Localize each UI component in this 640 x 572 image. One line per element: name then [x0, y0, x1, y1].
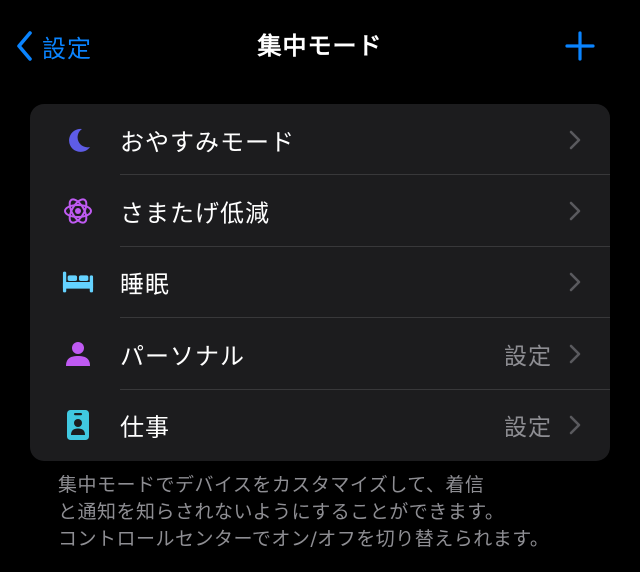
list-item-personal[interactable]: パーソナル 設定 [30, 318, 610, 390]
list-item-label: おやすみモード [120, 128, 295, 157]
list-item-sleep[interactable]: 睡眠 [30, 247, 610, 319]
reduce-interruptions-icon [62, 195, 94, 227]
description-line-1: 集中モードでデバイスをカスタマイズして、着信 [58, 474, 485, 496]
list-item-work[interactable]: 仕事 設定 [30, 390, 610, 461]
list-item-label: さまたげ低減 [120, 199, 270, 228]
chevron-right-icon [568, 343, 582, 365]
plus-icon [565, 31, 595, 61]
person-icon [62, 338, 94, 370]
list-item-value: 設定 [504, 415, 552, 442]
focus-mode-list: おやすみモード さまたげ低減 睡眠 パーソナル 設定 仕事 設定 [30, 104, 610, 461]
list-item-value: 設定 [504, 343, 552, 370]
id-badge-icon [62, 409, 94, 441]
chevron-right-icon [568, 129, 582, 151]
focus-description: 集中モードでデバイスをカスタマイズして、着信 と通知を知らされないようにすること… [58, 472, 598, 553]
description-line-2: と通知を知らされないようにすることができます。 [58, 501, 505, 523]
description-line-3: コントロールセンターでオン/オフを切り替えられます。 [58, 528, 550, 550]
bed-icon [62, 266, 94, 298]
list-item-label: パーソナル [120, 342, 245, 371]
add-focus-button[interactable] [564, 30, 596, 62]
chevron-right-icon [568, 271, 582, 293]
moon-icon [62, 124, 94, 156]
list-item-label: 仕事 [120, 413, 170, 442]
chevron-right-icon [568, 200, 582, 222]
chevron-right-icon [568, 414, 582, 436]
navigation-bar: 設定 集中モード [0, 0, 640, 92]
list-item-reduce-interruptions[interactable]: さまたげ低減 [30, 175, 610, 247]
list-item-label: 睡眠 [120, 270, 170, 299]
page-title: 集中モード [257, 32, 383, 60]
list-item-do-not-disturb[interactable]: おやすみモード [30, 104, 610, 176]
